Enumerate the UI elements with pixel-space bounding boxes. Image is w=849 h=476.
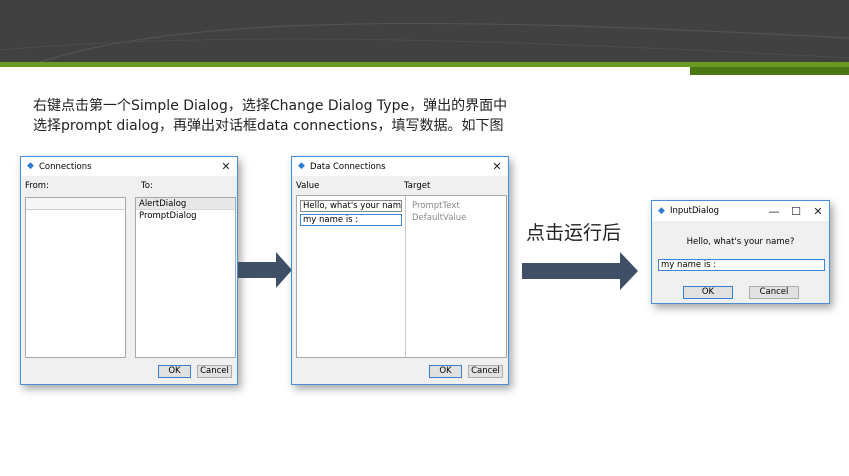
app-window-icon: ◆: [658, 205, 665, 216]
input-dialog-title: InputDialog: [670, 206, 720, 216]
value-column-header: Value: [296, 181, 320, 191]
minimize-icon[interactable]: —: [763, 202, 785, 221]
header-accent-bar-dark: [690, 67, 849, 75]
to-label: To:: [141, 181, 153, 191]
input-dialog-prompt: Hello, what's your name?: [686, 237, 795, 247]
value-field-prompt-text[interactable]: Hello, what's your name?: [300, 200, 402, 212]
grid-divider: [405, 196, 406, 357]
connections-dialog: ◆ Connections ✕ From: To: AlertDialog Pr…: [20, 156, 238, 385]
cancel-button[interactable]: Cancel: [197, 365, 232, 378]
target-prompttext: PromptText: [412, 201, 460, 211]
data-connections-dialog: ◆ Data Connections ✕ Value Target Hello,…: [291, 156, 509, 385]
flow-arrow-1: [238, 252, 292, 288]
ok-button[interactable]: OK: [683, 286, 733, 299]
to-list-item-promptdialog[interactable]: PromptDialog: [136, 210, 235, 222]
intro-text: 右键点击第一个Simple Dialog，选择Change Dialog Typ…: [33, 96, 593, 136]
maximize-icon[interactable]: ☐: [785, 202, 807, 221]
flow-arrow-2: [522, 252, 638, 290]
target-column-header: Target: [404, 181, 431, 191]
to-listbox[interactable]: AlertDialog PromptDialog: [135, 197, 236, 358]
app-window-icon: ◆: [27, 161, 34, 171]
close-icon[interactable]: ✕: [215, 157, 237, 176]
connections-title: Connections: [39, 161, 92, 172]
data-connections-title: Data Connections: [310, 161, 386, 172]
ok-button[interactable]: OK: [429, 365, 462, 378]
close-icon[interactable]: ✕: [807, 202, 829, 221]
input-dialog-titlebar: ◆ InputDialog — ☐ ✕: [652, 201, 829, 221]
ok-button[interactable]: OK: [158, 365, 191, 378]
app-window-icon: ◆: [298, 161, 305, 171]
value-field-default-value[interactable]: my name is :: [300, 214, 402, 226]
data-connections-grid: Hello, what's your name? my name is : Pr…: [296, 195, 507, 358]
from-label: From:: [25, 181, 49, 191]
cancel-button[interactable]: Cancel: [749, 286, 799, 299]
run-caption: 点击运行后: [526, 222, 622, 244]
intro-line-2: 选择prompt dialog，再弹出对话框data connections，填…: [33, 118, 504, 134]
cancel-button[interactable]: Cancel: [468, 365, 503, 378]
connections-titlebar: ◆ Connections ✕: [21, 157, 237, 176]
from-listbox[interactable]: [25, 197, 126, 358]
close-icon[interactable]: ✕: [486, 157, 508, 176]
input-dialog: ◆ InputDialog — ☐ ✕ Hello, what's your n…: [651, 200, 830, 304]
slide-header-banner: [0, 0, 849, 62]
to-list-item-alertdialog[interactable]: AlertDialog: [136, 198, 235, 210]
banner-swoosh-decoration: [0, 22, 849, 62]
data-connections-titlebar: ◆ Data Connections ✕: [292, 157, 508, 176]
intro-line-1: 右键点击第一个Simple Dialog，选择Change Dialog Typ…: [33, 98, 508, 114]
input-dialog-text-field[interactable]: my name is :: [658, 259, 825, 271]
from-list-item[interactable]: [26, 198, 125, 210]
target-defaultvalue: DefaultValue: [412, 213, 467, 223]
